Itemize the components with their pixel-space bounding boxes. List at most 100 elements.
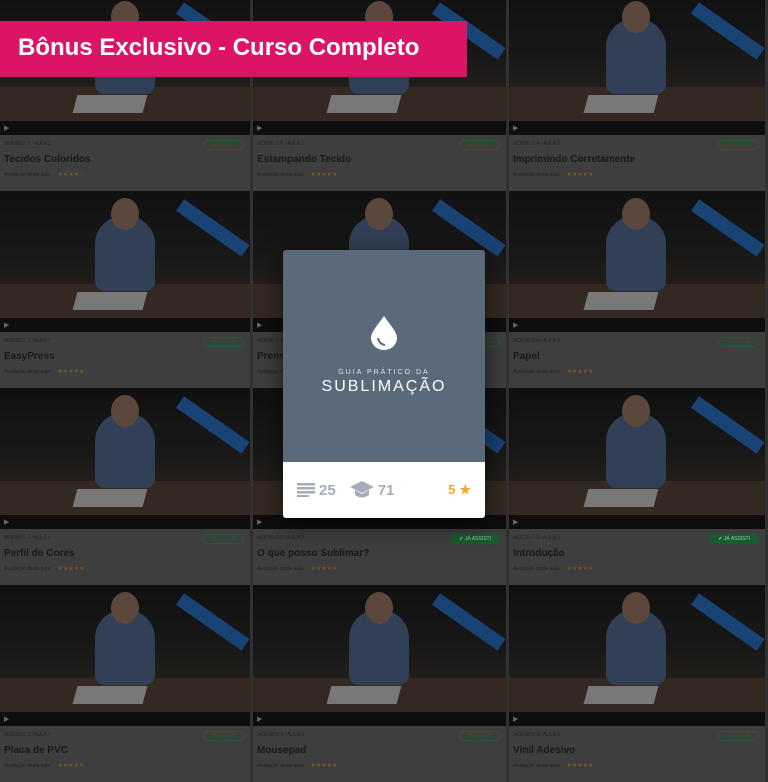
lesson-title: Tecidos Coloridos [4, 154, 91, 165]
video-controls[interactable]: ▶ [0, 515, 250, 529]
rating-stars[interactable]: ★★★★★ [566, 566, 593, 572]
rating-label: Avaliação desta aula: [513, 763, 561, 769]
promo-banner: Bônus Exclusivo - Curso Completo [0, 21, 467, 77]
paper [583, 686, 659, 704]
watch-badge[interactable]: ✔ JÁ ASSISTI [450, 534, 500, 544]
lesson-rating: Avaliação desta aula: ★★★★★ [513, 171, 761, 178]
lesson-info: MÓDULO 4 / AULA 5 ASSISTIR Mousepad Aval… [253, 726, 506, 782]
lesson-rating: Avaliação desta aula: ★★★★★ [513, 368, 761, 375]
rating-stars[interactable]: ★★★★★ [310, 172, 337, 178]
video-controls[interactable]: ▶ [509, 712, 765, 726]
rating-label: Avaliação desta aula: [4, 763, 52, 769]
video-controls[interactable]: ▶ [0, 121, 250, 135]
video-thumbnail[interactable]: ▶ [0, 585, 250, 726]
lesson-card[interactable]: ▶ MÓDULO 3 / AULA 7 ASSISTIR EasyPress A… [0, 191, 253, 388]
play-icon[interactable]: ▶ [257, 519, 262, 526]
play-icon[interactable]: ▶ [257, 125, 262, 132]
paper [72, 686, 148, 704]
video-thumbnail[interactable]: ▶ [0, 388, 250, 529]
course-card[interactable]: GUIA PRÁTICO DA SUBLIMAÇÃO 25 71 5 ★ [283, 250, 485, 518]
play-icon[interactable]: ▶ [4, 716, 9, 723]
course-rating: 5 ★ [448, 482, 471, 498]
paper [72, 95, 148, 113]
watch-badge[interactable]: ASSISTIR [718, 337, 759, 347]
rating-label: Avaliação desta aula: [513, 566, 561, 572]
instructor-head [111, 395, 139, 428]
rating-stars[interactable]: ★★★★★ [566, 172, 593, 178]
rating-label: Avaliação desta aula: [257, 566, 305, 572]
video-controls[interactable]: ▶ [509, 515, 765, 529]
play-icon[interactable]: ▶ [513, 716, 518, 723]
play-icon[interactable]: ▶ [513, 322, 518, 329]
heat-press [175, 593, 250, 651]
course-cover: GUIA PRÁTICO DA SUBLIMAÇÃO [283, 250, 485, 462]
lesson-info: MÓDULO 2 / AULA 2 ✔ JÁ ASSISTI O que pos… [253, 529, 506, 585]
video-thumbnail[interactable]: ▶ [509, 388, 765, 529]
watch-badge[interactable]: ASSISTIR [718, 731, 759, 741]
lesson-card[interactable]: ▶ MÓDULO 4 / AULA 3 ASSISTIR Papel Avali… [509, 191, 768, 388]
heat-press [431, 593, 506, 651]
rating-label: Avaliação desta aula: [4, 566, 52, 572]
lesson-info: MÓDULO 3 / AULA 4 ASSISTIR Perfil de Cor… [0, 529, 250, 585]
video-thumbnail[interactable]: ▶ [509, 0, 765, 135]
video-thumbnail[interactable]: ▶ [509, 585, 765, 726]
video-controls[interactable]: ▶ [509, 121, 765, 135]
play-icon[interactable]: ▶ [4, 519, 9, 526]
paper [72, 489, 148, 507]
lesson-card[interactable]: ▶ MÓDULO 4 / AULA 2 ASSISTIR Imprimindo … [509, 0, 768, 191]
watch-badge[interactable]: ASSISTIR [203, 731, 244, 741]
rating-stars[interactable]: ★★★★★ [310, 566, 337, 572]
rating-stars[interactable]: ★★★★★ [566, 369, 593, 375]
play-icon[interactable]: ▶ [257, 716, 262, 723]
watch-badge[interactable]: ASSISTIR [203, 534, 244, 544]
watch-badge[interactable]: ASSISTIR [203, 337, 244, 347]
drop-icon [371, 316, 397, 350]
video-controls[interactable]: ▶ [253, 121, 506, 135]
video-controls[interactable]: ▶ [0, 318, 250, 332]
play-icon[interactable]: ▶ [257, 322, 262, 329]
watch-badge[interactable]: ASSISTIR [203, 140, 244, 150]
lesson-rating: Avaliação desta aula: ★★★★★ [257, 171, 502, 178]
rating-stars[interactable]: ★★★★★ [566, 763, 593, 769]
lesson-card[interactable]: ▶ MÓDULO 2 / AULA 1 ✔ JÁ ASSISTI Introdu… [509, 388, 768, 585]
star-icon: ★ [459, 482, 471, 497]
lesson-card[interactable]: ▶ MÓDULO 3 / AULA 4 ASSISTIR Perfil de C… [0, 388, 253, 585]
rating-label: Avaliação desta aula: [257, 172, 305, 178]
instructor-head [111, 592, 139, 625]
watch-badge[interactable]: ASSISTIR [459, 140, 500, 150]
watch-badge[interactable]: ✔ JÁ ASSISTI [709, 534, 759, 544]
watch-badge[interactable]: ASSISTIR [459, 731, 500, 741]
lesson-card[interactable]: ▶ MÓDULO 4 / AULA 5 ASSISTIR Mousepad Av… [253, 585, 509, 782]
students-count: 71 [377, 481, 395, 499]
video-controls[interactable]: ▶ [0, 712, 250, 726]
video-thumbnail[interactable]: ▶ [253, 585, 506, 726]
paper [326, 686, 402, 704]
instructor-head [365, 198, 394, 231]
rating-stars[interactable]: ★★★★★ [310, 763, 337, 769]
play-icon[interactable]: ▶ [4, 322, 9, 329]
course-title: SUBLIMAÇÃO [321, 378, 447, 395]
lesson-title: Papel [513, 351, 540, 362]
lesson-title: Introdução [513, 548, 565, 559]
video-thumbnail[interactable]: ▶ [0, 191, 250, 332]
lesson-card[interactable]: ▶ MÓDULO 3 / AULA 4 ASSISTIR Vinil Adesi… [509, 585, 768, 782]
watch-badge[interactable]: ASSISTIR [718, 140, 759, 150]
paper [583, 489, 659, 507]
rating-stars[interactable]: ★★★★★ [57, 566, 84, 572]
play-icon[interactable]: ▶ [4, 125, 9, 132]
lesson-info: MÓDULO 3 / AULA 7 ASSISTIR EasyPress Ava… [0, 332, 250, 388]
lesson-title: Mousepad [257, 745, 307, 756]
lesson-title: Placa de PVC [4, 745, 68, 756]
lesson-card[interactable]: ▶ MÓDULO 3 / AULA 7 ASSISTIR Placa de PV… [0, 585, 253, 782]
video-controls[interactable]: ▶ [253, 712, 506, 726]
rating-stars[interactable]: ★★★★☆ [57, 172, 84, 178]
video-thumbnail[interactable]: ▶ [509, 191, 765, 332]
play-icon[interactable]: ▶ [513, 519, 518, 526]
play-icon[interactable]: ▶ [513, 125, 518, 132]
rating-stars[interactable]: ★★★★★ [57, 369, 84, 375]
heat-press [690, 593, 765, 651]
rating-stars[interactable]: ★★★★★ [57, 763, 84, 769]
heat-press [690, 396, 765, 454]
instructor-head [111, 198, 139, 231]
video-controls[interactable]: ▶ [509, 318, 765, 332]
